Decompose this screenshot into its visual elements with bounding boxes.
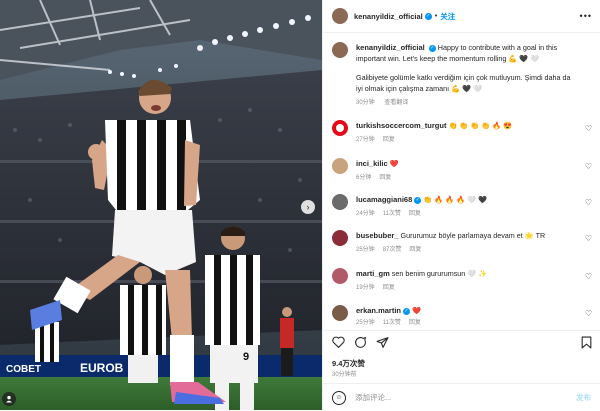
jersey-number: 9	[243, 351, 249, 363]
verified-icon: ✓	[428, 44, 436, 52]
emoji-icon[interactable]: ☺	[332, 390, 346, 405]
commenter-username[interactable]: inci_kilic	[356, 159, 388, 168]
likes-count[interactable]: 9.4万次赞	[332, 358, 365, 369]
comment-item: busebuber_ Gururumuz böyle parlamaya dev…	[323, 230, 600, 253]
comment-likes[interactable]: 11次赞	[383, 211, 401, 217]
verified-icon: ✓	[414, 196, 422, 204]
comment-likes[interactable]: 87次赞	[383, 247, 402, 253]
comment-time[interactable]: 19分钟	[356, 285, 375, 291]
commenter-username[interactable]: busebuber_	[356, 231, 399, 240]
heart-icon[interactable]: ♡	[585, 124, 592, 133]
author-avatar[interactable]	[332, 8, 348, 24]
heart-icon[interactable]	[332, 336, 345, 351]
commenter-avatar[interactable]	[332, 305, 348, 321]
comment-text: sen benim gururumsun 🤍 ✨	[391, 269, 488, 278]
comment-text: 👏 🔥 🔥 🔥 🤍 🖤	[423, 195, 487, 204]
caption-text-tr: Galibiyete golümle katkı verdiğim için ç…	[356, 73, 571, 93]
commenter-username[interactable]: turkishsoccercom_turgut	[356, 121, 446, 130]
comment-text: ❤️	[389, 159, 399, 168]
caption: kenanyildiz_official ✓ Happy to contribu…	[323, 42, 600, 106]
caption-username[interactable]: kenanyildiz_official	[356, 43, 425, 52]
commenter-username[interactable]: lucamaggiani68	[356, 195, 412, 204]
commenter-avatar[interactable]	[332, 120, 348, 136]
reply-button[interactable]: 回复	[379, 175, 391, 181]
commenter-avatar[interactable]	[332, 230, 348, 246]
comment-time[interactable]: 25分钟	[356, 320, 375, 326]
author-username[interactable]: kenanyildiz_official	[354, 12, 423, 21]
commenter-avatar[interactable]	[332, 158, 348, 174]
comment-input[interactable]	[355, 393, 545, 402]
comment-time[interactable]: 6分钟	[356, 175, 371, 181]
reply-button[interactable]: 回复	[409, 211, 421, 217]
chevron-right-icon[interactable]: ›	[301, 200, 315, 214]
comment-text: Gururumuz böyle parlamaya devam et 🌟 TR	[400, 231, 546, 240]
post-comment-button[interactable]: 发布	[576, 392, 591, 403]
ad-board-text-2: EUROB	[80, 361, 124, 375]
commenter-avatar[interactable]	[332, 268, 348, 284]
comment-item: turkishsoccercom_turgut 👏 👏 👏 👏 🔥 😍 27分钟…	[323, 120, 600, 143]
commenter-username[interactable]: marti_gm	[356, 269, 390, 278]
share-icon[interactable]	[376, 336, 389, 352]
post-image[interactable]: COBET EUROB 9 ›	[0, 0, 322, 410]
commenter-avatar[interactable]	[332, 194, 348, 210]
comment-icon[interactable]	[354, 336, 367, 352]
heart-icon[interactable]: ♡	[585, 272, 592, 281]
ad-board-text-1: COBET	[6, 364, 41, 375]
post-side-panel: kenanyildiz_official ✓ • 关注 ••• kenanyil…	[322, 0, 600, 410]
comment-time[interactable]: 25分钟	[356, 247, 375, 253]
comment-item: inci_kilic ❤️ 6分钟 回复 ♡	[323, 158, 600, 181]
reply-button[interactable]: 回复	[383, 137, 395, 143]
commenter-username[interactable]: erkan.martin	[356, 306, 401, 315]
user-icon[interactable]	[2, 392, 16, 406]
bookmark-icon[interactable]	[581, 336, 592, 352]
verified-icon: ✓	[403, 307, 411, 315]
see-translation-link[interactable]: 查看翻译	[384, 100, 408, 106]
reply-button[interactable]: 回复	[409, 320, 421, 326]
post-header: kenanyildiz_official ✓ • 关注 •••	[323, 0, 600, 33]
comment-text: 👏 👏 👏 👏 🔥 😍	[448, 121, 513, 130]
caption-avatar[interactable]	[332, 42, 348, 58]
comment-item: lucamaggiani68 ✓ 👏 🔥 🔥 🔥 🤍 🖤 24分钟 11次赞 回复 ♡	[323, 194, 600, 217]
verified-icon: ✓	[424, 12, 432, 20]
comment-time[interactable]: 24分钟	[356, 211, 375, 217]
comment-likes[interactable]: 11次赞	[383, 320, 401, 326]
reply-button[interactable]: 回复	[383, 285, 395, 291]
post-actions: 9.4万次赞 30分钟前 ☺ 发布	[323, 330, 600, 410]
comment-composer: ☺ 发布	[323, 383, 600, 411]
heart-icon[interactable]: ♡	[585, 162, 592, 171]
comment-text: ❤️	[412, 306, 421, 315]
post-time: 30分钟前	[332, 372, 357, 378]
follow-button[interactable]: 关注	[440, 11, 455, 22]
more-icon[interactable]: •••	[580, 11, 592, 21]
reply-button[interactable]: 回复	[409, 247, 421, 253]
heart-icon[interactable]: ♡	[585, 198, 592, 207]
separator-dot: •	[434, 12, 438, 20]
comment-time[interactable]: 27分钟	[356, 137, 375, 143]
caption-time[interactable]: 30分钟	[356, 100, 375, 106]
heart-icon[interactable]: ♡	[585, 309, 592, 318]
comment-item: erkan.martin ✓ ❤️ 25分钟 11次赞 回复 ♡	[323, 305, 600, 326]
heart-icon[interactable]: ♡	[585, 234, 592, 243]
comment-item: marti_gm sen benim gururumsun 🤍 ✨ 19分钟 回复…	[323, 268, 600, 291]
